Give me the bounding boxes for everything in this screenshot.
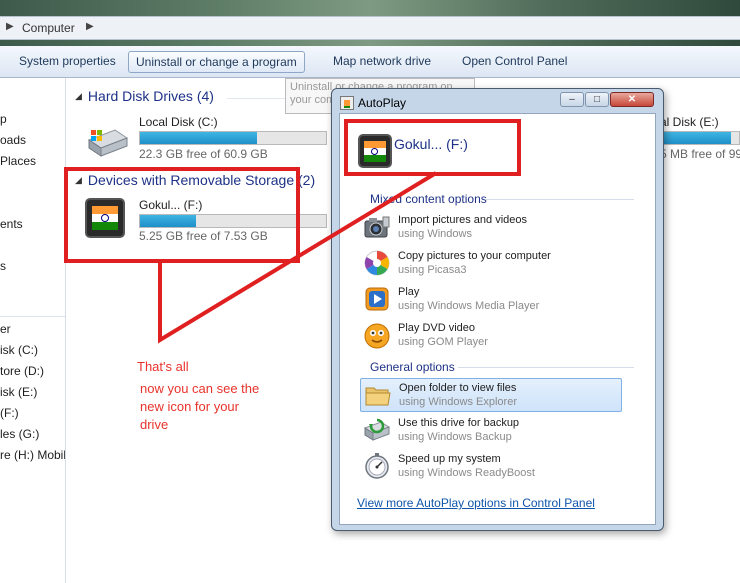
annotation-connector-lines xyxy=(158,171,438,344)
